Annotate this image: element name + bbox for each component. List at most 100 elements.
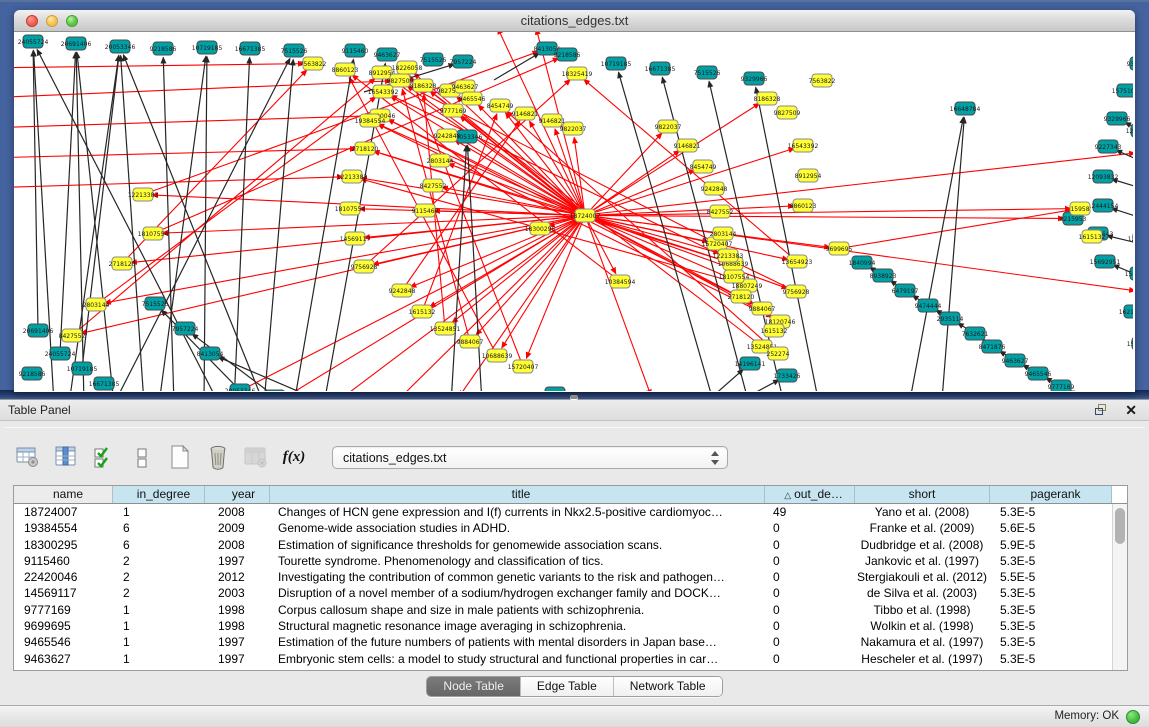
graph-node-label: 8427552 bbox=[59, 333, 86, 340]
table-body: 1872400712008Changes of HCN gene express… bbox=[14, 504, 1127, 667]
show-columns-button[interactable] bbox=[52, 443, 80, 471]
graph-node-label: 252274 bbox=[767, 351, 790, 358]
table-cell: Tibbo et al. (1998) bbox=[855, 602, 990, 618]
graph-node-label: 16210643 bbox=[1119, 309, 1133, 316]
graph-node-label: 1840994 bbox=[849, 260, 876, 267]
table-cell: 0 bbox=[765, 651, 855, 667]
graph-edge bbox=[14, 177, 343, 188]
column-header-title[interactable]: title bbox=[270, 486, 765, 503]
table-cell: Jankovic et al. (1997) bbox=[855, 553, 990, 569]
select-all-button[interactable] bbox=[90, 443, 118, 471]
column-header-year[interactable]: year bbox=[205, 486, 270, 503]
table-cell: Estimation of the future numbers of pati… bbox=[270, 634, 765, 650]
table-cell: 22420046 bbox=[14, 569, 113, 585]
table-mode-button[interactable] bbox=[14, 443, 42, 471]
graph-node-label: 9329966 bbox=[741, 76, 768, 83]
table-cell: 5.6E-5 bbox=[990, 520, 1112, 536]
column-header-pagerank[interactable]: pagerank bbox=[990, 486, 1112, 503]
table-row[interactable]: 969969511998Structural magnetic resonanc… bbox=[14, 618, 1127, 634]
graph-node-label: 18107554 bbox=[138, 231, 169, 238]
table-row[interactable]: 977716911998Corpus callosum shape and si… bbox=[14, 602, 1127, 618]
tab-network-table[interactable]: Network Table bbox=[614, 677, 722, 696]
graph-node-label: 18107554 bbox=[719, 274, 750, 281]
table-row[interactable]: 911546021997Tourette syndrome. Phenomeno… bbox=[14, 553, 1127, 569]
graph-node-label: 10384594 bbox=[605, 279, 636, 286]
scrollbar-thumb[interactable] bbox=[1115, 508, 1125, 544]
unselect-all-button[interactable] bbox=[128, 443, 156, 471]
graph-node-label: 12093832 bbox=[1088, 174, 1119, 181]
graph-node-label: 8427552 bbox=[707, 209, 734, 216]
graph-node-label: 12213383 bbox=[337, 174, 368, 181]
network-canvas[interactable]: 2405572420691406200533469218586107191851… bbox=[14, 32, 1133, 391]
window-title: citations_edges.txt bbox=[14, 13, 1135, 28]
graph-node-label: 9146821 bbox=[512, 111, 539, 118]
tab-node-table[interactable]: Node Table bbox=[427, 677, 521, 696]
table-cell: 2008 bbox=[205, 504, 270, 520]
graph-node-label: 9463627 bbox=[452, 84, 479, 91]
graph-node-label: 7563822 bbox=[300, 61, 327, 68]
graph-node-label: 8471876 bbox=[979, 344, 1006, 351]
graph-node-label: 9474444 bbox=[915, 303, 942, 310]
graph-node-label: 2718120 bbox=[352, 146, 379, 153]
new-column-button[interactable] bbox=[166, 443, 194, 471]
graph-node-label: 24055724 bbox=[45, 351, 76, 358]
graph-edge bbox=[585, 215, 1133, 291]
graph-node-label: 18724007 bbox=[570, 213, 601, 220]
table-header-row: namein_degreeyeartitle△out_de…shortpager… bbox=[14, 486, 1127, 504]
vertical-scrollbar[interactable] bbox=[1112, 504, 1127, 670]
table-cell: Stergiakouli et al. (2012) bbox=[855, 569, 990, 585]
column-header-indegree[interactable]: in_degree bbox=[113, 486, 205, 503]
graph-node-label: 1615132 bbox=[409, 309, 436, 316]
column-header-name[interactable]: name bbox=[14, 486, 113, 503]
table-cell: 2 bbox=[113, 585, 205, 601]
graph-node-label: 13654923 bbox=[782, 259, 813, 266]
graph-node[interactable] bbox=[265, 390, 285, 391]
function-builder-button[interactable]: f(x) bbox=[280, 443, 308, 471]
table-row[interactable]: 1830029562008Estimation of significance … bbox=[14, 537, 1127, 553]
column-header-outde[interactable]: △out_de… bbox=[765, 486, 855, 503]
splitter-handle[interactable] bbox=[570, 395, 578, 399]
float-panel-icon[interactable] bbox=[1095, 404, 1109, 417]
graph-node-label: 8860123 bbox=[790, 203, 817, 210]
graph-edge bbox=[1116, 150, 1133, 167]
close-panel-icon[interactable]: ✕ bbox=[1125, 402, 1137, 418]
graph-node-label: 9465546 bbox=[1025, 371, 1052, 378]
graph-node-label: 18807249 bbox=[732, 283, 763, 290]
table-cell: Franke et al. (2009) bbox=[855, 520, 990, 536]
graph-node-label: 20691406 bbox=[23, 328, 54, 335]
combo-arrows-icon bbox=[711, 451, 720, 465]
table-cell: Tourette syndrome. Phenomenology and cla… bbox=[270, 553, 765, 569]
table-cell: Hescheler et al. (1997) bbox=[855, 651, 990, 667]
table-row[interactable]: 2242004622012Investigating the contribut… bbox=[14, 569, 1127, 585]
table-cell: 1 bbox=[113, 504, 205, 520]
graph-edge bbox=[942, 117, 964, 391]
graph-node-label: 8186328 bbox=[754, 96, 781, 103]
delete-column-button[interactable] bbox=[204, 443, 232, 471]
table-cell: 18724007 bbox=[14, 504, 113, 520]
table-cell: 18300295 bbox=[14, 537, 113, 553]
graph-edge bbox=[1112, 179, 1133, 192]
table-row[interactable]: 1938455462009Genome-wide association stu… bbox=[14, 520, 1127, 536]
memory-ok-indicator[interactable] bbox=[1126, 710, 1140, 724]
column-header-short[interactable]: short bbox=[855, 486, 990, 503]
network-window-titlebar[interactable]: citations_edges.txt bbox=[14, 10, 1135, 32]
graph-node-label: 15751074 bbox=[1127, 341, 1133, 348]
table-row[interactable]: 946362711997Embryonic stem cells: a mode… bbox=[14, 651, 1127, 667]
graph-node-label: 9884067 bbox=[749, 306, 776, 313]
graph-node-label: 16671385 bbox=[89, 381, 120, 388]
table-selector-dropdown[interactable]: citations_edges.txt bbox=[332, 446, 728, 469]
table-row[interactable]: 946554611997Estimation of the future num… bbox=[14, 634, 1127, 650]
graph-node-label: 7957224 bbox=[450, 59, 477, 66]
table-row[interactable]: 1456911722003Disruption of a novel membe… bbox=[14, 585, 1127, 601]
graph-node-label: 2718120 bbox=[109, 261, 136, 268]
graph-node-label: 12444154 bbox=[1088, 203, 1119, 210]
table-row[interactable]: 1872400712008Changes of HCN gene express… bbox=[14, 504, 1127, 520]
table-cell: 1 bbox=[113, 602, 205, 618]
graph-node-label: 15958 bbox=[1070, 206, 1089, 213]
graph-node-label: 9827509 bbox=[774, 110, 801, 117]
graph-node-label: 9777169 bbox=[440, 108, 467, 115]
table-tab-group: Node TableEdge TableNetwork Table bbox=[426, 676, 722, 697]
table-cell: 1997 bbox=[205, 634, 270, 650]
tab-edge-table[interactable]: Edge Table bbox=[521, 677, 614, 696]
table-cell: 49 bbox=[765, 504, 855, 520]
